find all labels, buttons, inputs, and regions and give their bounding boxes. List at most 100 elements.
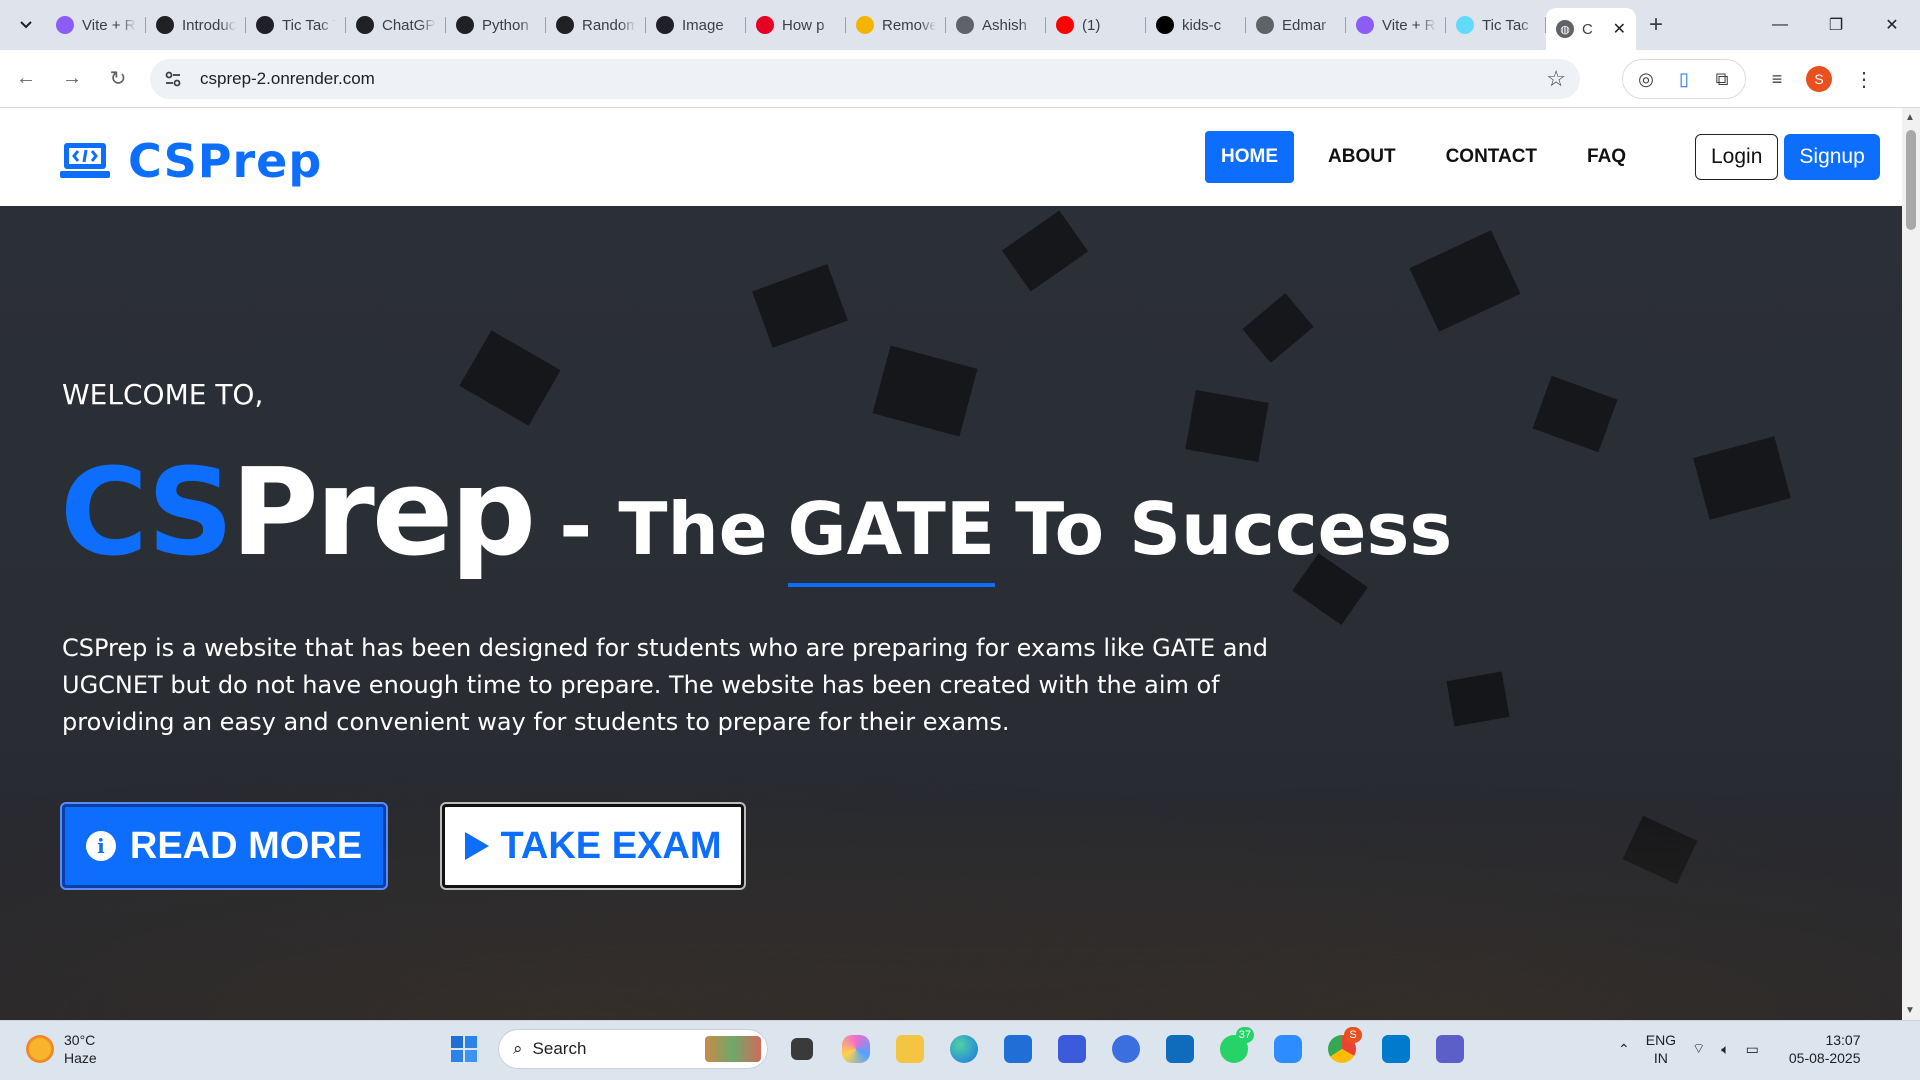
tab-9[interactable]: Ashish <box>946 7 1046 43</box>
reload-button[interactable]: ↻ <box>98 59 138 99</box>
minimize-button[interactable]: — <box>1752 0 1808 50</box>
media-controls-icon[interactable]: ≡ <box>1766 68 1788 90</box>
tab-title: Tic Tac Toe <box>282 16 336 34</box>
chatgpt-icon <box>456 16 474 34</box>
brand-prep: Prep <box>230 444 536 583</box>
tab-8[interactable]: Remove <box>846 7 946 43</box>
back-button[interactable]: ← <box>6 59 46 99</box>
nav-about[interactable]: ABOUT <box>1312 131 1412 183</box>
nav-home[interactable]: HOME <box>1205 131 1294 183</box>
scrollbar-thumb[interactable] <box>1906 130 1916 230</box>
stack-icon <box>856 16 874 34</box>
copilot-icon[interactable] <box>836 1029 876 1069</box>
tab-11[interactable]: kids-c <box>1146 7 1246 43</box>
edge-icon[interactable] <box>944 1029 984 1069</box>
wifi-icon[interactable]: ⌔ <box>1692 1040 1705 1058</box>
scroll-down-arrow-icon[interactable]: ▼ <box>1905 1005 1915 1016</box>
clock[interactable]: 13:07 05-08-2025 <box>1789 1031 1861 1067</box>
vscode-icon[interactable] <box>1376 1029 1416 1069</box>
weather-description: Haze <box>64 1050 97 1066</box>
puzzle-icon[interactable]: ⧉ <box>1711 68 1733 90</box>
tab-5[interactable]: Random <box>546 7 646 43</box>
weather-temperature: 30°C <box>64 1032 96 1048</box>
new-tab-button[interactable]: + <box>1640 9 1672 41</box>
vite-icon <box>1356 16 1374 34</box>
tab-title: How p <box>782 16 825 34</box>
search-icon: ⌕ <box>513 1039 523 1058</box>
file-explorer-icon[interactable] <box>890 1029 930 1069</box>
language-indicator[interactable]: ENG IN <box>1646 1031 1676 1067</box>
tab-title: Edmar <box>1282 16 1327 34</box>
globe-icon <box>956 16 974 34</box>
tab-3[interactable]: ChatGPT <box>346 7 446 43</box>
microsoft-store-icon[interactable] <box>998 1029 1038 1069</box>
whatsapp-icon[interactable]: 37 <box>1214 1027 1254 1069</box>
task-view-icon[interactable] <box>782 1029 822 1069</box>
tab-search-button[interactable] <box>12 11 40 39</box>
tab-1[interactable]: Introduction <box>146 7 246 43</box>
chat-app-icon[interactable] <box>1052 1029 1092 1069</box>
haze-weather-icon <box>26 1035 54 1063</box>
tab-title: Random <box>582 16 636 34</box>
tab-7[interactable]: How p <box>746 7 846 43</box>
read-more-button[interactable]: i READ MORE <box>62 804 386 888</box>
login-button[interactable]: Login <box>1695 134 1779 180</box>
tab-10[interactable]: (1) <box>1046 7 1146 43</box>
address-bar[interactable]: csprep-2.onrender.com ☆ <box>150 59 1580 99</box>
nav-faq[interactable]: FAQ <box>1571 131 1642 183</box>
chatgpt-icon <box>356 16 374 34</box>
zoom-icon[interactable] <box>1268 1029 1308 1069</box>
tab-6[interactable]: Image <box>646 7 746 43</box>
globe-icon: ◍ <box>1556 20 1574 38</box>
tab-4[interactable]: Python <box>446 7 546 43</box>
clock-date: 05-08-2025 <box>1788 1050 1861 1066</box>
chatgpt-icon <box>656 16 674 34</box>
close-tab-icon[interactable]: ✕ <box>1613 19 1626 39</box>
reload-icon: ↻ <box>109 68 127 90</box>
system-tray: ⌃ ENG IN ⌔ 🔈︎ ▭ 13:07 05-08-2025 <box>1618 1031 1861 1067</box>
page-scrollbar[interactable]: ▲ ▼ <box>1902 108 1920 1020</box>
teams-icon[interactable] <box>1430 1029 1470 1069</box>
site-logo[interactable]: CSPrep <box>60 134 322 188</box>
take-exam-label: TAKE EXAM <box>500 824 722 867</box>
volume-icon[interactable]: 🔈︎ <box>1721 1041 1729 1058</box>
tab-active[interactable]: ◍ C ✕ <box>1546 8 1636 50</box>
tab-14[interactable]: Tic Tac <box>1446 7 1546 43</box>
tab-0[interactable]: Vite + React <box>46 7 146 43</box>
tagline-the: The <box>618 487 768 571</box>
menu-icon[interactable]: ⋮ <box>1854 67 1874 92</box>
arrow-right-icon: → <box>62 67 82 89</box>
auth-buttons: Login Signup <box>1695 134 1880 180</box>
chatgpt-icon <box>256 16 274 34</box>
tab-2[interactable]: Tic Tac Toe <box>246 7 346 43</box>
chrome-profile-badge: S <box>1344 1027 1362 1043</box>
main-nav: HOME ABOUT CONTACT FAQ <box>1205 131 1652 183</box>
close-window-button[interactable]: ✕ <box>1864 0 1920 50</box>
clipboard-extension-icon[interactable]: ▯ <box>1673 68 1695 90</box>
chevron-up-icon[interactable]: ⌃ <box>1618 1041 1630 1058</box>
bookmark-star-icon[interactable]: ☆ <box>1546 66 1566 92</box>
sync-app-icon[interactable] <box>1106 1029 1146 1069</box>
start-button[interactable] <box>444 1029 484 1069</box>
vite-icon <box>56 16 74 34</box>
chrome-icon[interactable]: S <box>1322 1027 1362 1069</box>
restore-button[interactable]: ❐ <box>1808 0 1864 50</box>
nav-contact[interactable]: CONTACT <box>1430 131 1553 183</box>
signup-button[interactable]: Signup <box>1784 134 1880 180</box>
welcome-text: WELCOME TO, <box>62 378 264 411</box>
extension-icon[interactable]: ◎ <box>1635 68 1657 90</box>
forward-button[interactable]: → <box>52 59 92 99</box>
hero-section: WELCOME TO, CS Prep - The GATE To Succes… <box>0 206 1902 1020</box>
profile-avatar[interactable]: S <box>1806 66 1832 92</box>
scroll-up-arrow-icon[interactable]: ▲ <box>1905 112 1915 123</box>
taskbar-search[interactable]: ⌕ Search <box>498 1029 768 1069</box>
globe-icon <box>1256 16 1274 34</box>
weather-widget[interactable]: 30°C Haze <box>26 1031 97 1067</box>
outlook-icon[interactable] <box>1160 1029 1200 1069</box>
tab-13[interactable]: Vite + React <box>1346 7 1446 43</box>
take-exam-button[interactable]: TAKE EXAM <box>442 804 744 888</box>
battery-icon[interactable]: ▭ <box>1746 1041 1759 1058</box>
site-settings-icon[interactable] <box>164 70 182 88</box>
play-icon <box>464 832 489 860</box>
tab-12[interactable]: Edmar <box>1246 7 1346 43</box>
